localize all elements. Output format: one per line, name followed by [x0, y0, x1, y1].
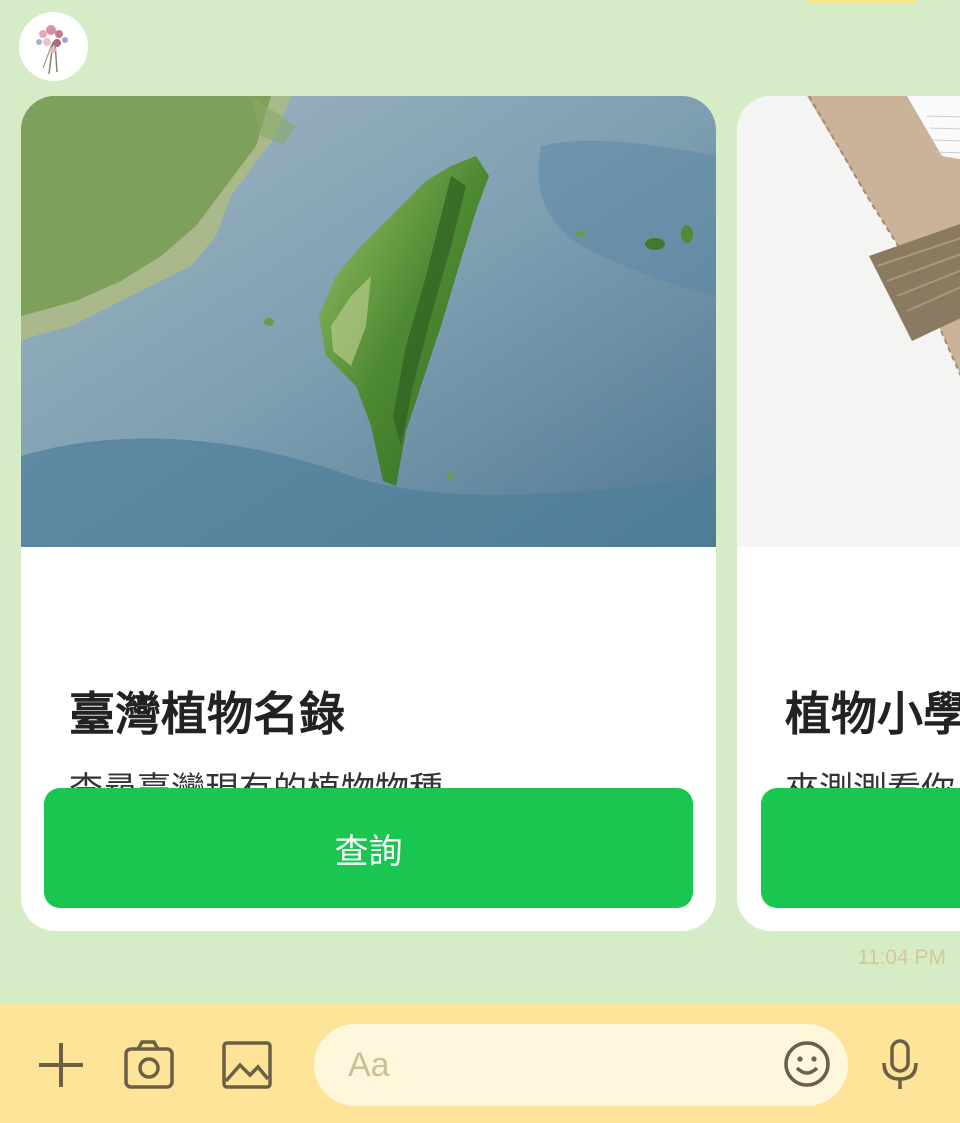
plus-icon[interactable]	[33, 1037, 89, 1093]
card-title: 臺灣植物名錄	[69, 687, 345, 741]
card-plant-quiz: 植物小學 來測測看你 植物的問題	[737, 96, 960, 931]
card-image-taiwan-map[interactable]	[21, 96, 716, 547]
camera-icon[interactable]	[120, 1037, 176, 1093]
previous-message-bubble	[806, 0, 918, 4]
search-button[interactable]: 查詢	[44, 788, 693, 908]
card-plant-catalog: 臺灣植物名錄 查尋臺灣現有的植物物種 查詢	[21, 96, 716, 931]
card-image-notebook[interactable]	[737, 96, 960, 547]
message-input[interactable]	[314, 1024, 848, 1106]
card-title: 植物小學	[785, 687, 960, 741]
emoji-icon[interactable]	[781, 1038, 833, 1090]
microphone-icon[interactable]	[872, 1037, 928, 1093]
image-icon[interactable]	[218, 1037, 274, 1093]
avatar[interactable]	[19, 12, 88, 81]
flower-bouquet-icon	[36, 25, 68, 75]
card-action-button[interactable]	[761, 788, 960, 908]
message-timestamp: 11:04 PM	[857, 946, 946, 969]
